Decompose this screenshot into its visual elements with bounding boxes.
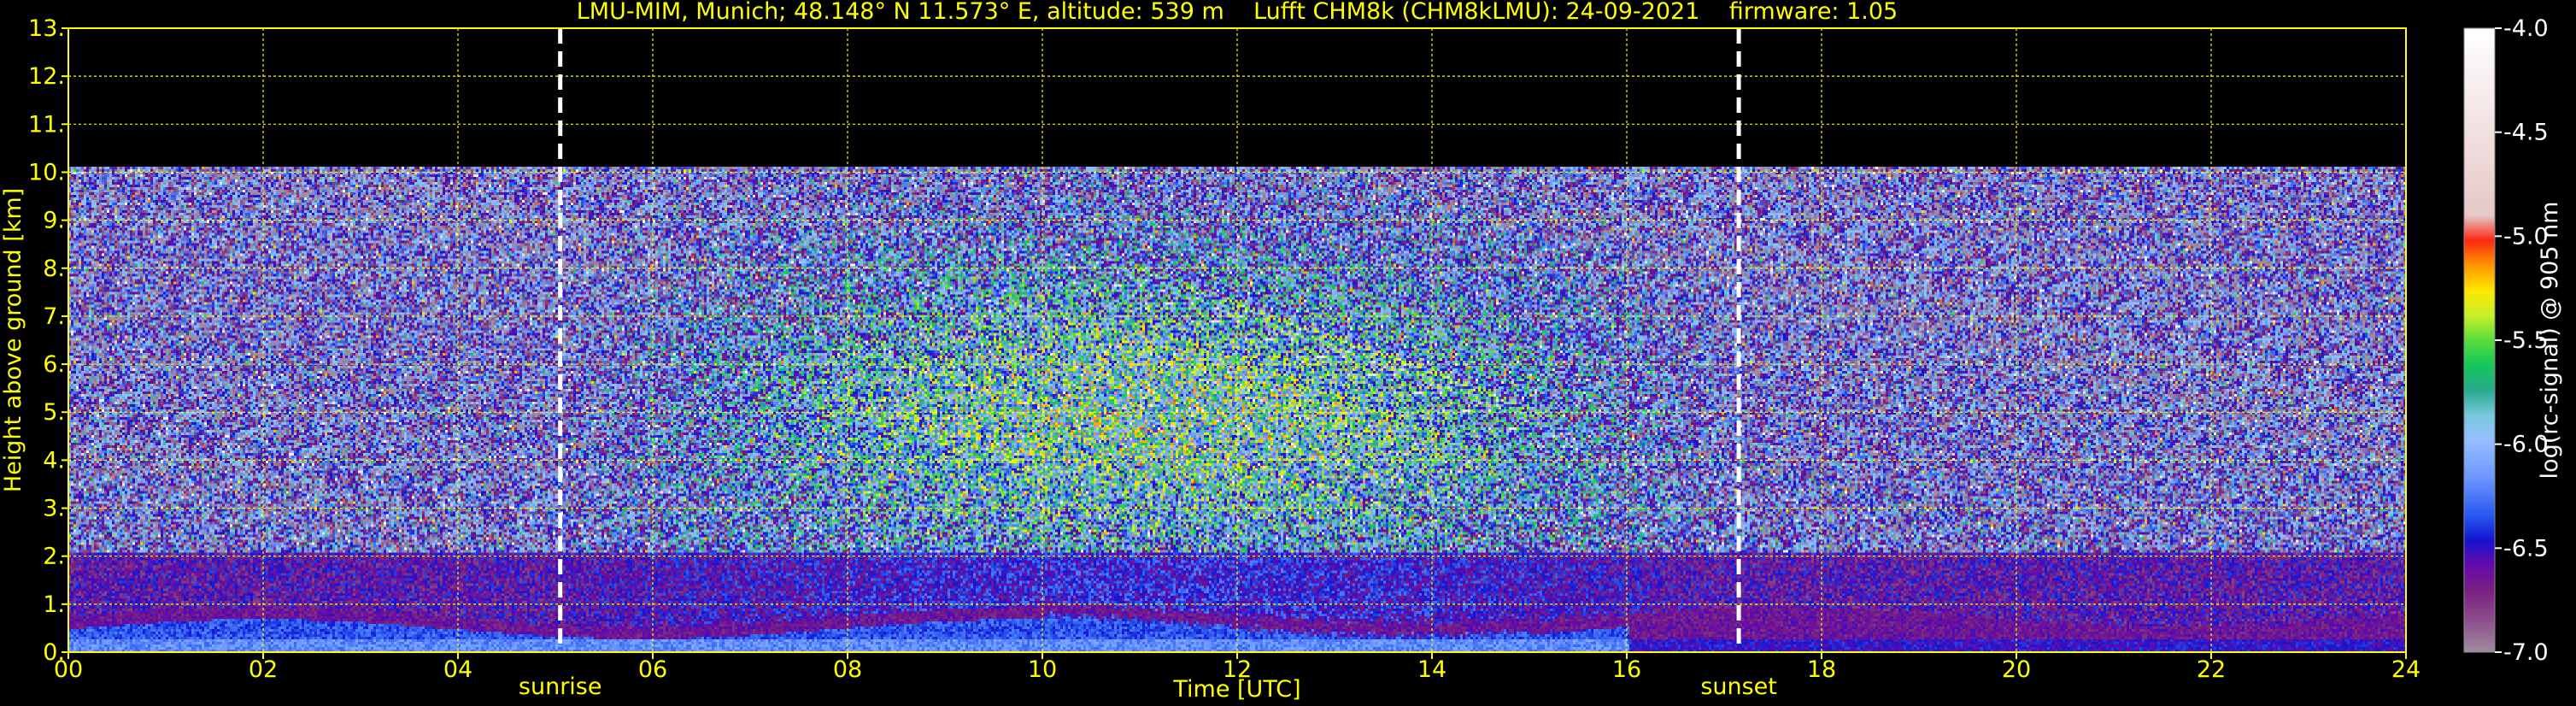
colorbar-label: log(rc-signal) @ 905 nm [2537,202,2563,479]
x-tick-label: 08 [833,656,862,683]
x-axis-label: Time [UTC] [1172,676,1300,703]
colorbar-gradient [2464,28,2495,652]
y-tick-label: 7. [43,303,65,330]
y-tick-label: 2. [43,544,65,570]
plot-area: sunrise sunset [67,27,2407,700]
x-tick-label: 10 [1028,656,1057,683]
x-tick-label: 16 [1612,656,1641,683]
y-tick-label: 8. [43,256,65,282]
colorbar-tick-label: -6.5 [2503,535,2549,562]
y-tick-label: 6. [43,351,65,378]
y-tick-label: 4. [43,447,65,474]
y-tick-label: 9. [43,208,65,234]
colorbar-tick-label: -4.0 [2503,15,2549,42]
colorbar-tick-label: -7.0 [2503,639,2549,666]
x-tick-label: 06 [638,656,667,683]
y-axis-label: Height above ground [km] [0,188,26,492]
x-tick-label: 18 [1807,656,1836,683]
y-tick-label: 5. [43,399,65,426]
y-tick-label: 12. [28,63,65,90]
x-tick-label: 22 [2197,656,2226,683]
ceilometer-figure: LMU-MIM, Munich; 48.148° N 11.573° E, al… [0,0,2576,706]
y-tick-label: 11. [28,111,65,138]
x-tick-label: 24 [2391,656,2421,683]
y-tick-label: 0. [43,639,65,666]
x-tick-label: 04 [443,656,472,683]
y-tick-label: 1. [43,591,65,618]
y-tick-label: 13. [28,15,65,42]
y-tick-label: 3. [43,496,65,522]
sun-marker-label: sunrise [519,674,602,700]
sun-marker-label: sunset [1700,674,1777,700]
colorbar-tick-label: -4.5 [2503,120,2549,146]
x-tick-label: 14 [1417,656,1446,683]
x-tick-label: 02 [249,656,278,683]
y-tick-label: 10. [28,159,65,185]
chart-title: LMU-MIM, Munich; 48.148° N 11.573° E, al… [577,0,1898,25]
x-tick-label: 20 [2002,656,2031,683]
